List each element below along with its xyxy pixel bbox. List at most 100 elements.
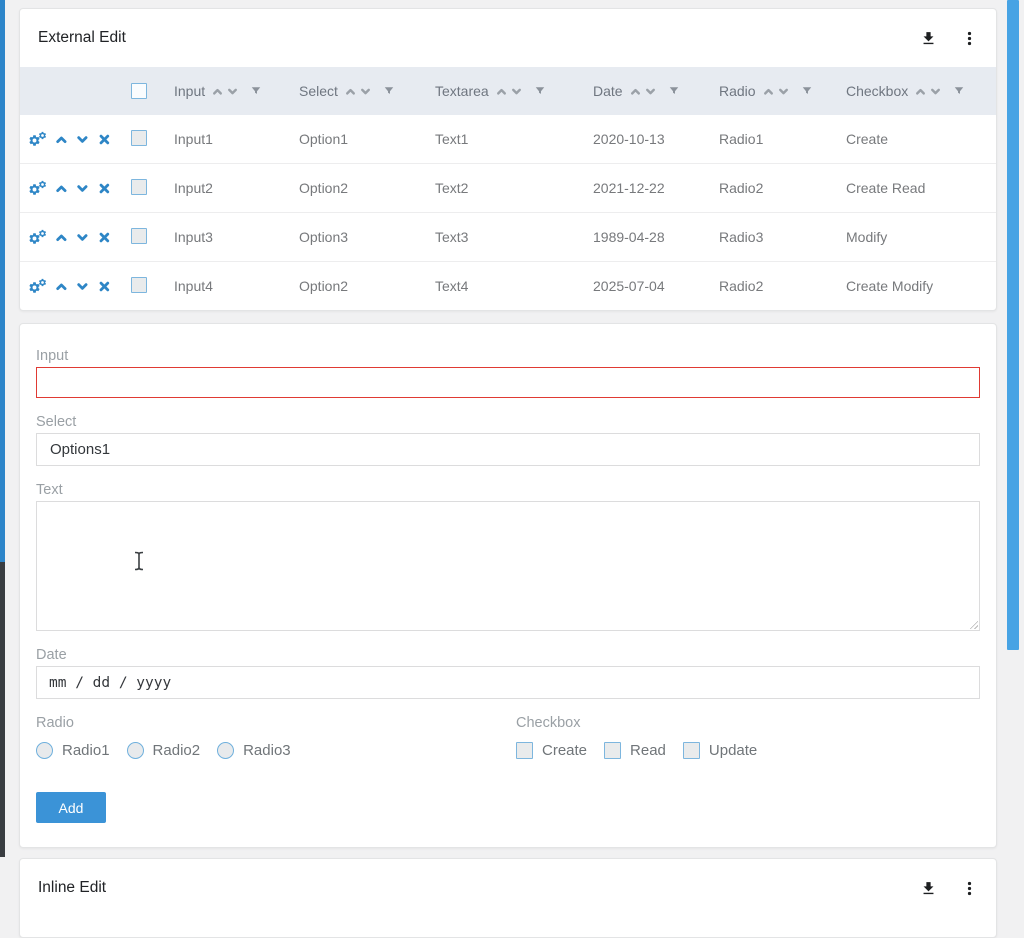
- table-row: Input4 Option2 Text4 2025-07-04 Radio2 C…: [20, 261, 996, 310]
- date-field[interactable]: mm / dd / yyyy: [36, 666, 980, 699]
- left-scrollbar-thumb[interactable]: [0, 0, 5, 562]
- cell-radio: Radio2: [709, 180, 836, 196]
- page-content: External Edit Input Select: [19, 8, 997, 938]
- sort-desc-icon[interactable]: [777, 85, 790, 98]
- column-label: Date: [593, 83, 623, 99]
- select-value: Options1: [50, 441, 110, 458]
- move-up-icon[interactable]: [54, 181, 69, 196]
- card-toolbar: [920, 880, 978, 897]
- radio-button[interactable]: [217, 742, 234, 759]
- date-label: Date: [36, 646, 980, 664]
- move-down-icon[interactable]: [75, 230, 90, 245]
- column-label: Input: [174, 83, 205, 99]
- sort-desc-icon[interactable]: [929, 85, 942, 98]
- radio-button[interactable]: [36, 742, 53, 759]
- inline-edit-card: Inline Edit: [19, 858, 997, 938]
- vertical-scrollbar-thumb[interactable]: [1007, 0, 1019, 650]
- cell-textarea: Text2: [425, 180, 583, 196]
- sort-desc-icon[interactable]: [359, 85, 372, 98]
- input-field[interactable]: [36, 367, 980, 398]
- column-header-select-all: [112, 83, 164, 99]
- download-icon[interactable]: [920, 30, 937, 47]
- cell-radio: Radio3: [709, 229, 836, 245]
- sort-asc-icon[interactable]: [495, 85, 508, 98]
- add-button[interactable]: Add: [36, 792, 106, 823]
- table-row: Input1 Option1 Text1 2020-10-13 Radio1 C…: [20, 115, 996, 163]
- checkbox-input[interactable]: [604, 742, 621, 759]
- radio-button[interactable]: [127, 742, 144, 759]
- cell-checkbox: Create Modify: [836, 278, 996, 294]
- cell-select: Option2: [289, 180, 425, 196]
- delete-icon[interactable]: [97, 181, 112, 196]
- cell-date: 2021-12-22: [583, 180, 709, 196]
- sort-asc-icon[interactable]: [629, 85, 642, 98]
- text-label: Text: [36, 481, 980, 499]
- radio-option: Radio2: [127, 742, 201, 759]
- column-header-input: Input: [164, 83, 289, 99]
- filter-icon[interactable]: [668, 85, 680, 97]
- table-body: Input1 Option1 Text1 2020-10-13 Radio1 C…: [20, 115, 996, 310]
- row-checkbox[interactable]: [131, 179, 147, 195]
- checkbox-input[interactable]: [516, 742, 533, 759]
- sort-desc-icon[interactable]: [644, 85, 657, 98]
- settings-icon[interactable]: [28, 131, 47, 147]
- row-actions: [20, 229, 112, 245]
- kebab-menu-icon[interactable]: [961, 880, 978, 897]
- row-checkbox[interactable]: [131, 277, 147, 293]
- column-header-radio: Radio: [709, 83, 836, 99]
- select-all-checkbox[interactable]: [131, 83, 147, 99]
- settings-icon[interactable]: [28, 180, 47, 196]
- cell-date: 2025-07-04: [583, 278, 709, 294]
- sort-asc-icon[interactable]: [211, 85, 224, 98]
- move-up-icon[interactable]: [54, 279, 69, 294]
- row-checkbox[interactable]: [131, 130, 147, 146]
- column-label: Checkbox: [846, 83, 908, 99]
- textarea-field[interactable]: [36, 501, 980, 631]
- filter-icon[interactable]: [534, 85, 546, 97]
- move-up-icon[interactable]: [54, 230, 69, 245]
- kebab-menu-icon[interactable]: [961, 30, 978, 47]
- checkbox-option-label: Read: [630, 742, 666, 759]
- row-select-cell: [112, 130, 164, 149]
- filter-icon[interactable]: [801, 85, 813, 97]
- card-toolbar: [920, 30, 978, 47]
- delete-icon[interactable]: [97, 279, 112, 294]
- radio-option-label: Radio1: [62, 742, 110, 759]
- checkbox-option-label: Update: [709, 742, 757, 759]
- sort-desc-icon[interactable]: [510, 85, 523, 98]
- cell-select: Option2: [289, 278, 425, 294]
- filter-icon[interactable]: [383, 85, 395, 97]
- settings-icon[interactable]: [28, 229, 47, 245]
- resize-handle[interactable]: [967, 618, 978, 629]
- sort-asc-icon[interactable]: [914, 85, 927, 98]
- inline-edit-header: Inline Edit: [20, 859, 996, 917]
- cell-input: Input1: [164, 131, 289, 147]
- row-checkbox[interactable]: [131, 228, 147, 244]
- select-field[interactable]: Options1: [36, 433, 980, 466]
- column-header-textarea: Textarea: [425, 83, 583, 99]
- sort-asc-icon[interactable]: [344, 85, 357, 98]
- table-header-row: Input Select Textarea Date: [20, 67, 996, 115]
- text-cursor-icon: [133, 551, 145, 571]
- move-down-icon[interactable]: [75, 279, 90, 294]
- delete-icon[interactable]: [97, 132, 112, 147]
- filter-icon[interactable]: [953, 85, 965, 97]
- cell-radio: Radio2: [709, 278, 836, 294]
- cell-input: Input2: [164, 180, 289, 196]
- checkbox-input[interactable]: [683, 742, 700, 759]
- table-row: Input3 Option3 Text3 1989-04-28 Radio3 M…: [20, 212, 996, 261]
- radio-label: Radio: [36, 714, 516, 732]
- move-up-icon[interactable]: [54, 132, 69, 147]
- filter-icon[interactable]: [250, 85, 262, 97]
- sort-asc-icon[interactable]: [762, 85, 775, 98]
- column-label: Select: [299, 83, 338, 99]
- move-down-icon[interactable]: [75, 132, 90, 147]
- cell-input: Input4: [164, 278, 289, 294]
- sort-desc-icon[interactable]: [226, 85, 239, 98]
- move-down-icon[interactable]: [75, 181, 90, 196]
- download-icon[interactable]: [920, 880, 937, 897]
- row-actions: [20, 278, 112, 294]
- cell-date: 2020-10-13: [583, 131, 709, 147]
- delete-icon[interactable]: [97, 230, 112, 245]
- settings-icon[interactable]: [28, 278, 47, 294]
